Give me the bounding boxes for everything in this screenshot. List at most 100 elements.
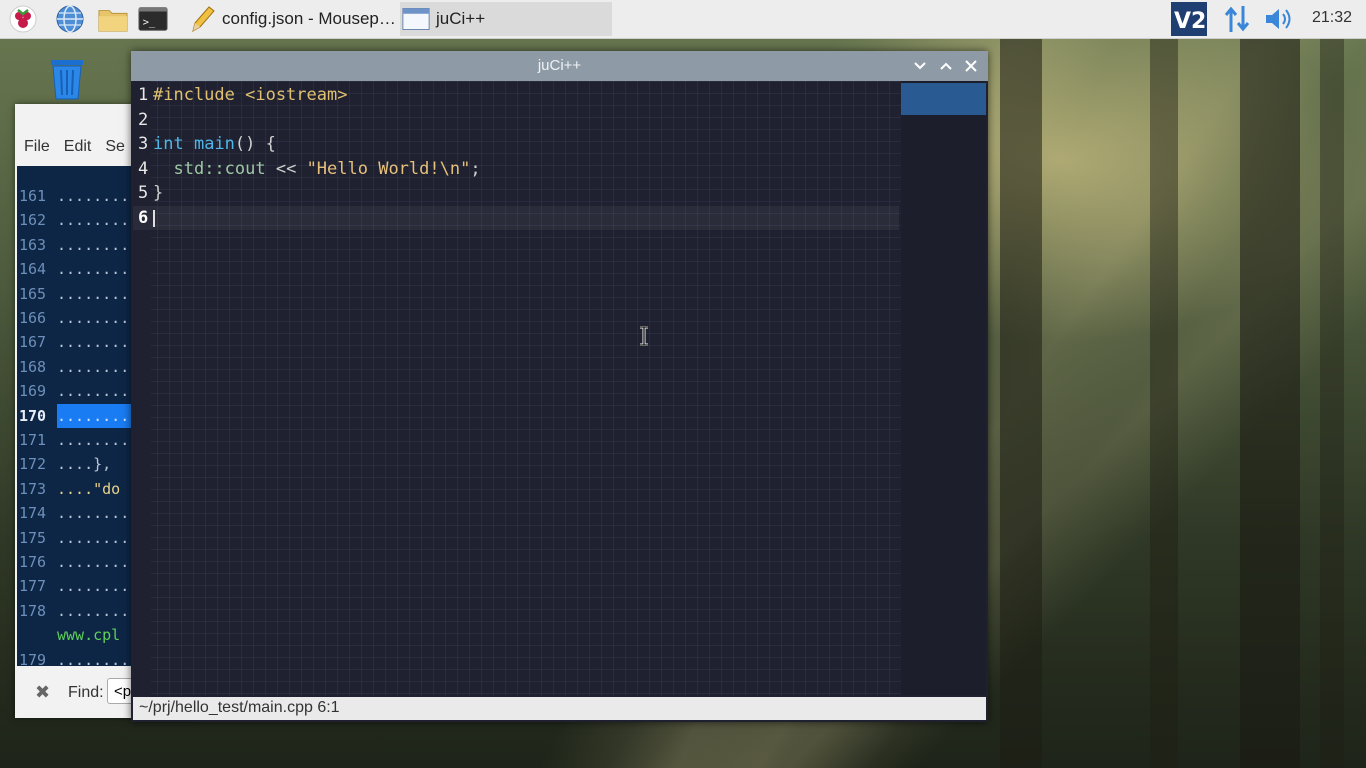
code-token: #include <iostream>: [153, 85, 348, 105]
line-text: ........: [57, 601, 130, 620]
line-text: www.cpl: [57, 626, 121, 645]
minimize-button[interactable]: [910, 56, 930, 76]
taskbar: >_ config.json - Mousep… juCi++ V2 21:32: [0, 0, 1366, 39]
line-text: ........: [57, 553, 130, 571]
line-text: ........: [57, 187, 130, 205]
line-number: 5: [138, 183, 149, 203]
taskbar-task-juci[interactable]: juCi++: [400, 2, 612, 36]
code-text: #include <iostream>: [153, 83, 347, 107]
trash-icon[interactable]: [46, 54, 88, 100]
line-number: 168: [19, 357, 47, 376]
line-number: 177: [19, 577, 47, 596]
file-manager-icon[interactable]: [98, 4, 128, 34]
line-number: 175: [19, 528, 47, 547]
code-token: () {: [234, 134, 276, 154]
clock[interactable]: 21:32: [1312, 9, 1352, 27]
line-number: 163: [19, 235, 47, 254]
code-token: std::cout: [173, 158, 266, 179]
line-text: ........: [57, 260, 130, 279]
find-label: Find:: [68, 684, 104, 701]
line-text: ........: [57, 235, 130, 254]
window-titlebar[interactable]: juCi++: [131, 51, 988, 81]
line-number: 176: [19, 553, 47, 571]
terminal-icon[interactable]: >_: [138, 4, 168, 34]
menu-file[interactable]: File: [24, 138, 50, 162]
line-number: 4: [138, 158, 149, 179]
volume-icon[interactable]: [1263, 4, 1293, 34]
code-line: 5}: [133, 181, 899, 205]
line-number: 178: [19, 601, 47, 620]
taskbar-task-label: config.json - Mousep…: [222, 9, 396, 28]
code-text: }: [153, 181, 163, 205]
raspberry-menu-icon[interactable]: [8, 4, 38, 34]
line-text: ........: [57, 650, 130, 666]
code-line: 1 #include <iostream>: [133, 83, 899, 107]
window-icon: [402, 5, 430, 33]
code-line: 2: [133, 108, 899, 132]
line-number: 3: [138, 134, 149, 154]
line-number: 173: [19, 479, 47, 498]
code-line: 3 int main() {: [133, 132, 899, 156]
current-code-line: 6: [133, 205, 899, 230]
chevron-up-icon: [940, 62, 952, 70]
code-token: "Hello World!\n": [306, 158, 471, 179]
vnc-icon[interactable]: V2: [1171, 2, 1207, 36]
status-bar: ~/prj/hello_test/main.cpp 6:1: [133, 697, 986, 720]
background-tree: [1320, 38, 1344, 768]
background-tree: [1240, 38, 1300, 768]
line-number: 169: [19, 382, 47, 401]
menu-edit[interactable]: Edit: [64, 138, 92, 162]
line-number: 179: [19, 650, 47, 666]
code-editor[interactable]: 1 #include <iostream> 2 3 int main() {4 std:…: [133, 81, 986, 695]
code-text: std::cout << "Hello World!\n";: [153, 157, 480, 181]
window-title: juCi++: [537, 57, 582, 74]
line-number: 1: [138, 85, 149, 105]
taskbar-task-mousepad[interactable]: config.json - Mousep…: [188, 2, 398, 36]
line-text: ........: [57, 382, 130, 401]
code-line: 4 std::cout << "Hello World!\n";: [133, 157, 899, 181]
line-text: ........: [57, 431, 130, 449]
status-file-position: ~/prj/hello_test/main.cpp 6:1: [139, 699, 340, 716]
code-token: }: [153, 183, 164, 203]
line-number: 164: [19, 260, 47, 279]
line-number: 6: [138, 207, 149, 228]
line-text: ........: [57, 577, 130, 596]
line-text: ........: [57, 406, 130, 425]
line-number: 165: [19, 284, 47, 303]
code-token: main: [193, 134, 235, 154]
svg-text:V2: V2: [1174, 9, 1206, 34]
chevron-down-icon: [914, 62, 926, 70]
code-text: int main() {: [153, 132, 276, 156]
line-text: ........: [57, 333, 130, 352]
close-button[interactable]: [961, 56, 981, 76]
text-cursor-icon: [638, 325, 650, 347]
line-text: ........: [57, 211, 130, 230]
line-number: 171: [19, 431, 47, 449]
minimap[interactable]: [901, 81, 986, 695]
web-browser-icon[interactable]: [55, 4, 85, 34]
network-icon[interactable]: [1222, 4, 1252, 34]
background-tree: [1000, 38, 1042, 768]
taskbar-task-label: juCi++: [436, 9, 486, 28]
line-text: ........: [57, 284, 130, 303]
juci-window: juCi++ 1 #include <iostream> 2 3 int main() …: [131, 51, 988, 722]
line-text: ........: [57, 504, 130, 523]
line-number: 2: [138, 109, 149, 130]
maximize-button[interactable]: [936, 56, 956, 76]
menu-search[interactable]: Se: [105, 138, 125, 162]
line-number: 161: [19, 187, 47, 205]
line-number: 170: [19, 406, 47, 425]
background-tree: [1150, 38, 1178, 768]
line-number: 167: [19, 333, 47, 352]
code-token: int: [153, 134, 184, 154]
pencil-icon: [188, 5, 216, 33]
close-find-icon[interactable]: ✖: [35, 682, 50, 703]
minimap-viewport[interactable]: [901, 83, 986, 115]
text-caret: [153, 209, 155, 227]
mousepad-menubar: File Edit Se: [15, 138, 130, 162]
line-text: ........: [57, 357, 130, 376]
line-number: 172: [19, 455, 47, 474]
line-text: ....},: [57, 455, 112, 474]
